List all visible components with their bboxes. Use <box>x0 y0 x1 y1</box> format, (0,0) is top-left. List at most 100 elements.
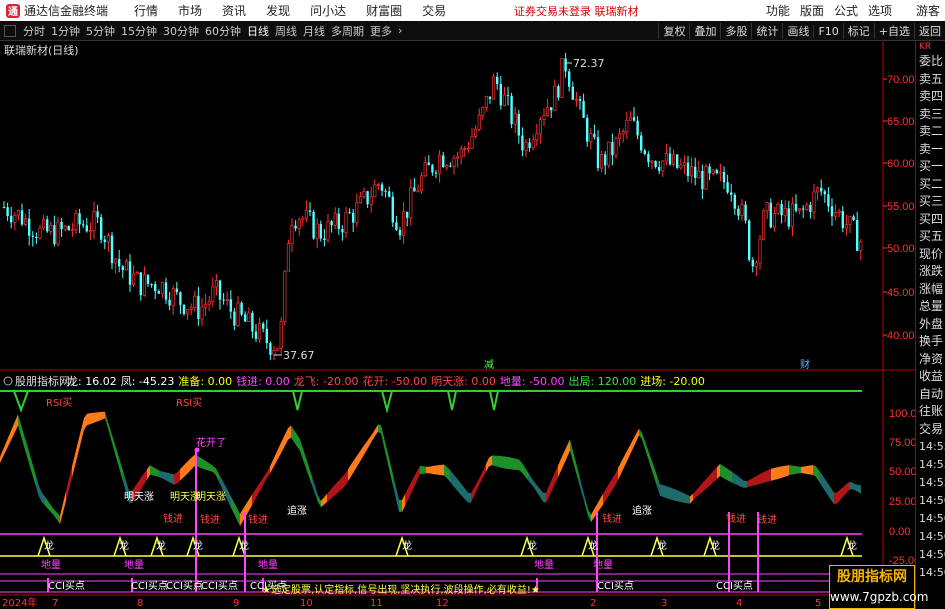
sidebar-item[interactable]: 委比 <box>916 53 945 71</box>
app-logo-icon: 通 <box>6 3 20 18</box>
sidebar-item[interactable]: 买三 <box>916 193 945 211</box>
tool-adjust[interactable]: 复权 <box>658 23 689 39</box>
sidebar-item[interactable]: 换手 <box>916 333 945 351</box>
login-notice[interactable]: 证券交易未登录 联瑞新材 <box>514 3 639 19</box>
tool-back[interactable]: 返回 <box>914 23 945 39</box>
candle-body <box>628 116 632 121</box>
sidebar-item[interactable]: 往账 <box>916 403 945 421</box>
oscillator-band <box>708 473 711 488</box>
oscillator-band <box>597 498 600 514</box>
oscillator-band <box>693 490 696 501</box>
sidebar-item[interactable]: 净资 <box>916 351 945 369</box>
oscillator-band <box>789 465 792 476</box>
layout-toggle-icon[interactable] <box>4 24 16 37</box>
menu-quotes[interactable]: 行情 <box>124 2 168 19</box>
menu-ask[interactable]: 问小达 <box>300 2 356 19</box>
menu-function[interactable]: 功能 <box>761 2 795 19</box>
menu-discover[interactable]: 发现 <box>256 2 300 19</box>
candle-body <box>106 235 110 243</box>
tool-draw[interactable]: 画线 <box>782 23 813 39</box>
tab-60min[interactable]: 60分钟 <box>202 23 244 39</box>
sidebar-item[interactable]: 涨幅 <box>916 281 945 299</box>
candle-body <box>413 187 416 192</box>
tab-15min[interactable]: 15分钟 <box>118 23 160 39</box>
candle-body <box>650 160 654 163</box>
oscillator-band <box>540 488 543 502</box>
menu-options[interactable]: 选项 <box>863 2 897 19</box>
sidebar-item[interactable]: 买二 <box>916 176 945 194</box>
oscillator-band <box>435 465 438 475</box>
candle-body <box>538 119 542 135</box>
oscillator-band <box>399 499 402 512</box>
sidebar-item[interactable]: 卖二 <box>916 123 945 141</box>
candle-body <box>664 153 668 162</box>
candle-body <box>431 165 434 173</box>
tool-multi-stock[interactable]: 多股 <box>720 23 751 39</box>
tool-overlay[interactable]: 叠加 <box>689 23 720 39</box>
tab-5min[interactable]: 5分钟 <box>83 23 118 39</box>
tab-30min[interactable]: 30分钟 <box>160 23 202 39</box>
sidebar-item[interactable]: 买一 <box>916 158 945 176</box>
oscillator-band <box>456 477 459 493</box>
tool-f10[interactable]: F10 <box>813 24 842 38</box>
candle-body <box>92 210 96 231</box>
tool-statistics[interactable]: 统计 <box>751 23 782 39</box>
sidebar-item[interactable]: 卖三 <box>916 106 945 124</box>
tool-add-watchlist[interactable]: +自选 <box>873 23 914 39</box>
chart-tools: 复权 叠加 多股 统计 画线 F10 标记 +自选 返回 <box>658 21 945 41</box>
oscillator-band <box>522 462 525 477</box>
sidebar-item[interactable]: 收益 <box>916 368 945 386</box>
candle-body <box>150 283 153 285</box>
sidebar-item[interactable]: 外盘 <box>916 316 945 334</box>
oscillator-band <box>618 462 621 480</box>
indicator-value: 花开: -50.00 <box>362 375 427 388</box>
candle-body <box>502 94 506 106</box>
indicator-settings-icon[interactable] <box>3 376 13 386</box>
candle-body <box>550 107 553 111</box>
oscillator-band <box>75 442 78 466</box>
chart-area[interactable]: 联瑞新材(日线) 70.00 65.00 60.00 55.00 50.00 4… <box>0 41 915 609</box>
oscillator-band <box>264 471 267 484</box>
sidebar-item[interactable]: 自动 <box>916 386 945 404</box>
chevron-right-icon[interactable]: › <box>395 24 405 37</box>
tool-mark[interactable]: 标记 <box>842 23 874 39</box>
menu-wealth[interactable]: 财富圈 <box>356 2 412 19</box>
sidebar-item[interactable]: 总量 <box>916 298 945 316</box>
oscillator-band <box>0 449 3 463</box>
menu-formula[interactable]: 公式 <box>829 2 863 19</box>
menu-market[interactable]: 市场 <box>168 2 212 19</box>
sidebar-item[interactable]: 现价 <box>916 246 945 264</box>
oscillator-band <box>813 465 816 477</box>
tab-intraday[interactable]: 分时 <box>20 23 48 39</box>
oscillator-band <box>87 413 90 426</box>
sidebar-item[interactable]: 卖四 <box>916 88 945 106</box>
sidebar-item[interactable]: 买五 <box>916 228 945 246</box>
sidebar-item[interactable]: 交易 <box>916 421 945 439</box>
oscillator-band <box>363 442 366 457</box>
tab-monthly[interactable]: 月线 <box>300 23 328 39</box>
indicator-value: 龙: 16.02 <box>67 375 117 388</box>
candle-body <box>571 86 574 100</box>
event-marker-reduce[interactable]: 减 <box>484 359 494 371</box>
menu-news[interactable]: 资讯 <box>212 2 256 19</box>
menu-trade[interactable]: 交易 <box>412 2 456 19</box>
event-marker-finance[interactable]: 财 <box>800 358 810 371</box>
oscillator-band <box>570 439 573 462</box>
tab-weekly[interactable]: 周线 <box>272 23 300 39</box>
oscillator-band <box>441 464 444 476</box>
oscillator-band <box>327 490 330 503</box>
tab-multi-period[interactable]: 多周期 <box>328 23 367 39</box>
tab-1min[interactable]: 1分钟 <box>48 23 83 39</box>
candle-body <box>830 206 834 217</box>
tab-daily[interactable]: 日线 <box>244 23 272 39</box>
sidebar-item[interactable]: 涨跌 <box>916 263 945 281</box>
sidebar-item[interactable]: 卖五 <box>916 71 945 89</box>
menu-layout[interactable]: 版面 <box>795 2 829 19</box>
candle-body <box>118 258 121 267</box>
sidebar-item[interactable]: 买四 <box>916 211 945 229</box>
guest-user[interactable]: 游客 <box>911 2 945 19</box>
tab-more[interactable]: 更多 <box>367 23 395 39</box>
sidebar-item[interactable]: 卖一 <box>916 141 945 159</box>
date-month: 7 <box>52 598 58 609</box>
oscillator-band <box>729 469 732 483</box>
